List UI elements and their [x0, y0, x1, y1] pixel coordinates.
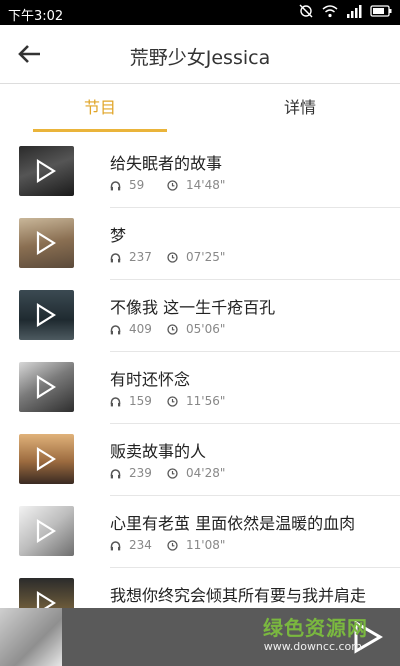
episode-title: 梦: [110, 226, 127, 245]
app-bar: 荒野少女Jessica: [0, 25, 400, 84]
episode-thumbnail: [19, 578, 74, 608]
clock-icon: [167, 467, 178, 479]
tab-bar: 节目 详情: [0, 84, 400, 134]
clock-icon: [167, 539, 178, 551]
headphones-icon: [110, 396, 121, 406]
headphones-icon: [110, 540, 121, 550]
battery-icon: [370, 5, 392, 17]
active-tab-indicator: [33, 129, 167, 132]
episode-thumbnail: [19, 506, 74, 556]
play-icon: [36, 375, 56, 399]
episode-thumbnail: [19, 290, 74, 340]
status-bar: 下午3:02: [0, 0, 400, 25]
list-item[interactable]: 心里有老茧 里面依然是温暖的血肉 234 11'08": [0, 496, 400, 568]
episode-thumbnail: [19, 362, 74, 412]
episode-title: 贩卖故事的人: [110, 442, 207, 461]
watermark-text: 绿色资源网: [263, 616, 368, 640]
episode-title: 给失眠者的故事: [110, 154, 223, 173]
duration: 11'08": [186, 538, 226, 552]
play-count: 409: [129, 322, 152, 336]
headphones-icon: [110, 252, 121, 262]
episode-title: 我想你终究会倾其所有要与我并肩走: [110, 586, 367, 605]
headphones-icon: [110, 324, 121, 334]
headphones-icon: [110, 468, 121, 478]
play-icon: [36, 303, 56, 327]
play-count: 59: [129, 178, 145, 192]
wifi-icon: [322, 5, 338, 18]
duration: 14'48": [186, 178, 226, 192]
now-playing-thumbnail[interactable]: [0, 608, 62, 666]
list-item[interactable]: 我想你终究会倾其所有要与我并肩走: [0, 568, 400, 608]
play-count: 159: [129, 394, 152, 408]
play-icon: [36, 519, 56, 543]
list-item[interactable]: 不像我 这一生千疮百孔 409 05'06": [0, 280, 400, 352]
episode-meta: 234 11'08": [110, 538, 225, 552]
list-item[interactable]: 给失眠者的故事 59 14'48": [0, 136, 400, 208]
play-count: 234: [129, 538, 152, 552]
episode-meta: 239 04'28": [110, 466, 225, 480]
episode-meta: 409 05'06": [110, 322, 225, 336]
episode-title: 心里有老茧 里面依然是温暖的血肉: [110, 514, 356, 533]
play-count: 239: [129, 466, 152, 480]
episode-thumbnail: [19, 146, 74, 196]
duration: 11'56": [186, 394, 226, 408]
play-icon: [36, 447, 56, 471]
clock-icon: [167, 323, 178, 335]
play-icon: [36, 231, 56, 255]
page-title: 荒野少女Jessica: [129, 47, 271, 69]
list-item[interactable]: 贩卖故事的人 239 04'28": [0, 424, 400, 496]
status-time: 下午3:02: [8, 9, 64, 24]
clock-icon: [167, 395, 178, 407]
tab-programs[interactable]: 节目: [0, 84, 200, 134]
duration: 07'25": [186, 250, 226, 264]
clock-icon: [167, 251, 178, 263]
episode-meta: 237 07'25": [110, 250, 225, 264]
tab-details[interactable]: 详情: [200, 84, 400, 134]
duration: 04'28": [186, 466, 226, 480]
episode-title: 有时还怀念: [110, 370, 191, 389]
headphones-icon: [110, 180, 121, 190]
alarm-off-icon: [299, 4, 313, 18]
episode-meta: 59 14'48": [110, 178, 225, 192]
list-item[interactable]: 有时还怀念 159 11'56": [0, 352, 400, 424]
play-icon: [36, 591, 56, 608]
episode-thumbnail: [19, 218, 74, 268]
episode-title: 不像我 这一生千疮百孔: [110, 298, 276, 317]
list-item[interactable]: 梦 237 07'25": [0, 208, 400, 280]
play-icon: [36, 159, 56, 183]
signal-icon: [347, 5, 362, 18]
play-count: 237: [129, 250, 152, 264]
status-icons: [298, 4, 392, 18]
clock-icon: [167, 179, 178, 191]
episode-meta: 159 11'56": [110, 394, 225, 408]
episode-list[interactable]: 给失眠者的故事 59 14'48" 梦 237 07'25" 不像我 这一生千疮…: [0, 136, 400, 608]
watermark-url: www.downcc.com: [263, 640, 362, 653]
episode-thumbnail: [19, 434, 74, 484]
duration: 05'06": [186, 322, 226, 336]
